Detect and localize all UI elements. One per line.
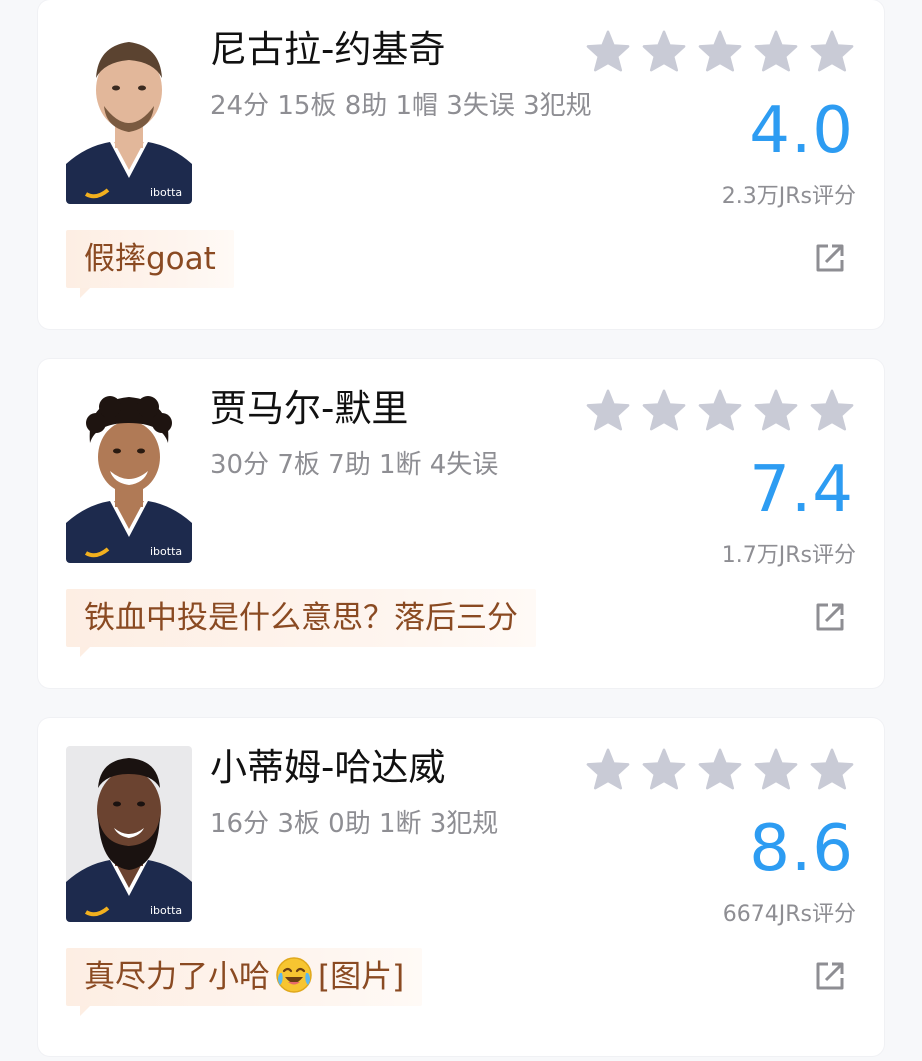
laughing-crying-emoji-icon	[274, 955, 314, 999]
player-stats: 16分 3板 0助 1断 3犯规	[210, 809, 499, 839]
rating-stars[interactable]	[586, 389, 854, 431]
comment-text: 真尽力了小哈	[84, 959, 270, 995]
share-icon[interactable]	[814, 601, 846, 633]
rating-count: 6674JRs评分	[722, 902, 856, 927]
player-avatar[interactable]: ibotta	[66, 746, 192, 922]
player-score: 7.4	[749, 453, 854, 527]
player-name: 贾马尔-默里	[210, 387, 409, 430]
player-card[interactable]: ibotta 尼古拉-约基奇 24分 15板 8助 1帽 3失误 3犯规 4.0…	[38, 0, 884, 329]
star-icon[interactable]	[754, 30, 798, 72]
star-icon[interactable]	[586, 389, 630, 431]
player-score: 4.0	[749, 94, 854, 168]
image-placeholder-text[interactable]: [图片]	[318, 955, 404, 999]
top-comment[interactable]: 真尽力了小哈 [图片]	[66, 948, 423, 1016]
player-avatar[interactable]: ibotta	[66, 387, 192, 563]
player-card[interactable]: ibotta 小蒂姆-哈达威 16分 3板 0助 1断 3犯规 8.6 6674…	[38, 718, 884, 1056]
player-avatar[interactable]: ibotta	[66, 28, 192, 204]
share-button[interactable]	[814, 601, 846, 633]
rating-count: 2.3万JRs评分	[721, 184, 856, 209]
share-button[interactable]	[814, 242, 846, 274]
star-icon[interactable]	[698, 748, 742, 790]
player-name: 尼古拉-约基奇	[210, 28, 446, 71]
top-comment[interactable]: 假摔goat	[66, 230, 234, 298]
player-score: 8.6	[749, 812, 854, 886]
star-icon[interactable]	[642, 748, 686, 790]
star-icon[interactable]	[754, 748, 798, 790]
jersey-sponsor: ibotta	[150, 186, 182, 199]
comment-text: 假摔goat	[84, 241, 216, 277]
rating-count: 1.7万JRs评分	[721, 543, 856, 568]
player-stats: 30分 7板 7助 1断 4失误	[210, 450, 499, 480]
star-icon[interactable]	[586, 30, 630, 72]
player-card[interactable]: ibotta 贾马尔-默里 30分 7板 7助 1断 4失误 7.4 1.7万J…	[38, 359, 884, 688]
top-comment[interactable]: 铁血中投是什么意思？落后三分	[66, 589, 536, 657]
star-icon[interactable]	[754, 389, 798, 431]
star-icon[interactable]	[642, 30, 686, 72]
jersey-sponsor: ibotta	[150, 545, 182, 558]
share-icon[interactable]	[814, 960, 846, 992]
star-icon[interactable]	[642, 389, 686, 431]
share-icon[interactable]	[814, 242, 846, 274]
star-icon[interactable]	[810, 30, 854, 72]
star-icon[interactable]	[586, 748, 630, 790]
player-name: 小蒂姆-哈达威	[210, 746, 446, 789]
share-button[interactable]	[814, 960, 846, 992]
star-icon[interactable]	[810, 389, 854, 431]
player-stats: 24分 15板 8助 1帽 3失误 3犯规	[210, 91, 592, 121]
rating-stars[interactable]	[586, 748, 854, 790]
comment-text: 铁血中投是什么意思？落后三分	[84, 600, 518, 636]
rating-stars[interactable]	[586, 30, 854, 72]
star-icon[interactable]	[810, 748, 854, 790]
star-icon[interactable]	[698, 389, 742, 431]
star-icon[interactable]	[698, 30, 742, 72]
jersey-sponsor: ibotta	[150, 904, 182, 917]
